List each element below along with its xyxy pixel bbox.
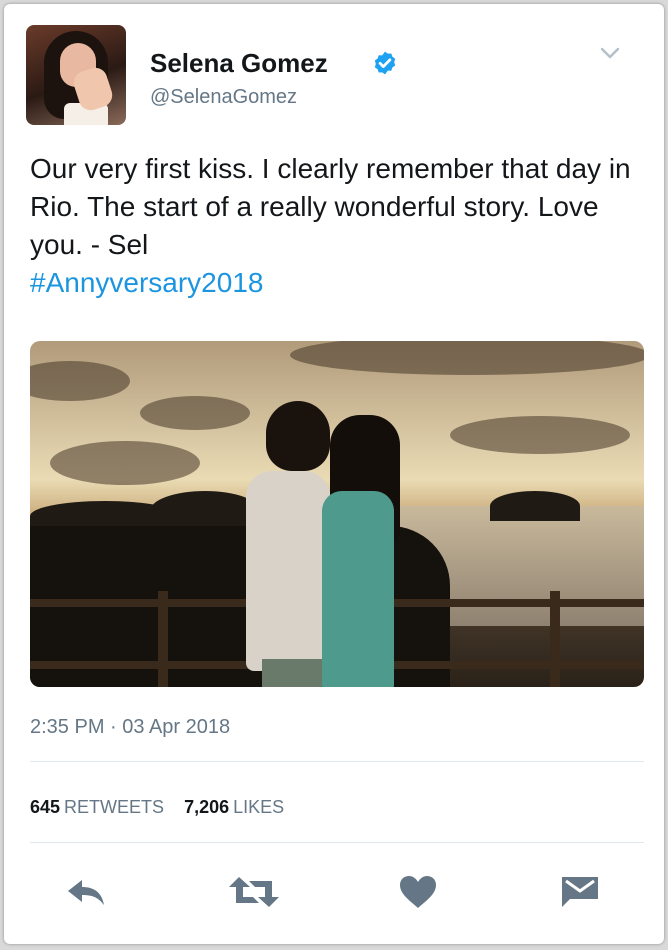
cloud — [50, 441, 200, 485]
direct-message-button[interactable] — [558, 872, 602, 912]
chevron-down-icon[interactable] — [600, 46, 620, 60]
hashtag-link[interactable]: #Annyversary2018 — [30, 264, 640, 302]
person-shirt — [246, 471, 330, 671]
cloud — [290, 341, 644, 375]
user-handle[interactable]: @SelenaGomez — [150, 86, 297, 109]
tweet-body: Our very first kiss. I clearly remember … — [30, 153, 631, 260]
retweet-icon — [229, 877, 279, 907]
retweets-count: 645 — [30, 797, 61, 817]
verified-badge-icon — [374, 51, 396, 75]
hill — [490, 491, 580, 521]
person-dress — [322, 491, 394, 687]
tweet-photo[interactable] — [30, 341, 644, 687]
retweet-stat[interactable]: 645 RETWEETS — [30, 797, 184, 817]
cloud — [30, 361, 130, 401]
reply-icon — [68, 880, 104, 905]
railing-post — [550, 591, 560, 687]
avatar[interactable] — [26, 25, 126, 125]
heart-icon — [400, 876, 436, 908]
divider — [30, 842, 644, 843]
tweet-timestamp[interactable]: 2:35 PM · 03 Apr 2018 — [30, 716, 230, 739]
likes-count: 7,206 — [184, 797, 230, 817]
direct-message-icon — [562, 877, 598, 907]
person-legs — [262, 659, 322, 687]
railing-post — [158, 591, 168, 687]
divider — [30, 761, 644, 762]
likes-stat[interactable]: 7,206 LIKES — [184, 797, 304, 817]
user-name[interactable]: Selena Gomez — [150, 48, 328, 79]
tweet-card: Selena Gomez @SelenaGomez Our very first… — [4, 4, 664, 944]
likes-label: LIKES — [233, 797, 285, 817]
like-button[interactable] — [396, 872, 440, 912]
retweet-button[interactable] — [228, 872, 280, 912]
cloud — [450, 416, 630, 454]
person-head — [266, 401, 330, 471]
reply-button[interactable] — [64, 872, 108, 912]
tweet-stats: 645 RETWEETS 7,206 LIKES — [30, 797, 304, 818]
cloud — [140, 396, 250, 430]
tweet-text: Our very first kiss. I clearly remember … — [30, 150, 640, 302]
retweets-label: RETWEETS — [64, 797, 165, 817]
